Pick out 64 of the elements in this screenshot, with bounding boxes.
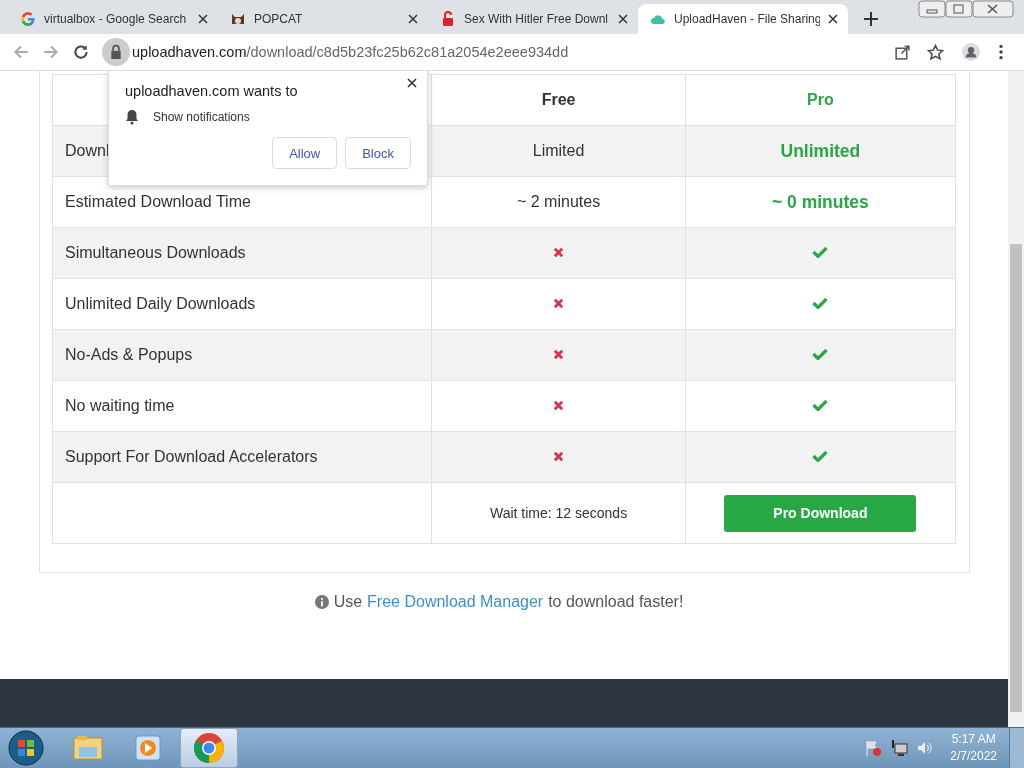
close-icon[interactable] — [408, 14, 418, 24]
cross-icon — [553, 451, 565, 462]
tip-text: to download faster! — [548, 593, 684, 611]
cross-icon — [553, 247, 565, 258]
table-cell: ~ 0 minutes — [772, 191, 869, 212]
check-icon — [812, 399, 829, 411]
column-header: Free — [541, 91, 576, 108]
feature-label: No-Ads & Popups — [65, 346, 193, 363]
clock-date: 2/7/2022 — [950, 748, 997, 765]
window-controls-icon[interactable] — [918, 0, 1014, 18]
cross-icon — [553, 349, 565, 360]
tab-title: Sex With Hitler Free Downl — [464, 12, 610, 26]
tab-title: POPCAT — [254, 12, 304, 26]
tab-title: virtualbox - Google Search — [44, 12, 188, 26]
popup-title: uploadhaven.com wants to — [125, 83, 299, 99]
cat-icon — [230, 11, 246, 27]
chrome-icon[interactable] — [180, 728, 238, 768]
download-manager-link[interactable]: Free Download Manager — [367, 593, 544, 611]
close-icon[interactable] — [618, 14, 628, 24]
clock-time: 5:17 AM — [951, 731, 996, 748]
column-header: Pro — [807, 91, 834, 108]
new-tab-icon[interactable] — [864, 12, 878, 26]
feature-label: Support For Download Accelerators — [65, 448, 318, 465]
cross-icon — [553, 298, 565, 309]
tip-text: Use — [333, 593, 363, 611]
table-cell: ~ 2 minutes — [516, 193, 601, 210]
close-icon[interactable] — [198, 14, 208, 24]
check-icon — [812, 246, 829, 258]
check-icon — [812, 348, 829, 360]
feature-label: Downl — [65, 142, 110, 159]
info-icon — [314, 595, 329, 609]
flag-icon[interactable] — [864, 739, 883, 757]
close-icon[interactable] — [828, 14, 838, 24]
feature-label: Unlimited Daily Downloads — [65, 295, 256, 312]
permission-text: Show notifications — [153, 110, 250, 124]
browser-tab[interactable]: Sex With Hitler Free Downl — [428, 4, 638, 34]
bell-icon — [125, 109, 139, 125]
table-cell: Limited — [532, 142, 585, 159]
check-icon — [812, 297, 829, 309]
scrollbar[interactable] — [1008, 71, 1024, 727]
allow-button[interactable]: Allow — [272, 137, 338, 169]
lock-icon — [440, 11, 456, 27]
table-cell: Unlimited — [780, 140, 861, 161]
feature-label: Estimated Download Time — [65, 193, 251, 210]
lock-icon — [102, 38, 130, 66]
block-button[interactable]: Block — [345, 137, 411, 169]
browser-tab[interactable]: UploadHaven - File Sharing — [638, 4, 848, 34]
browser-tab[interactable]: POPCAT — [218, 4, 428, 34]
profile-icon[interactable] — [962, 43, 980, 61]
feature-label: No waiting time — [65, 397, 175, 414]
cross-icon — [553, 400, 565, 411]
google-g-icon — [20, 11, 36, 27]
star-icon[interactable] — [927, 43, 944, 61]
tab-title: UploadHaven - File Sharing — [674, 12, 820, 26]
url-text: uploadhaven.com/download/c8d5b23fc25b62c81a2054e2eee934dd — [132, 44, 570, 60]
share-icon[interactable] — [894, 43, 911, 61]
close-icon[interactable] — [407, 78, 417, 88]
start-button[interactable] — [8, 730, 44, 766]
reload-icon[interactable] — [72, 43, 90, 61]
browser-tab[interactable]: virtualbox - Google Search — [8, 4, 218, 34]
feature-label: Simultaneous Downloads — [65, 244, 246, 261]
check-icon — [812, 450, 829, 462]
wait-time-text: Wait time: 12 seconds — [489, 505, 628, 521]
network-icon[interactable] — [890, 739, 909, 757]
